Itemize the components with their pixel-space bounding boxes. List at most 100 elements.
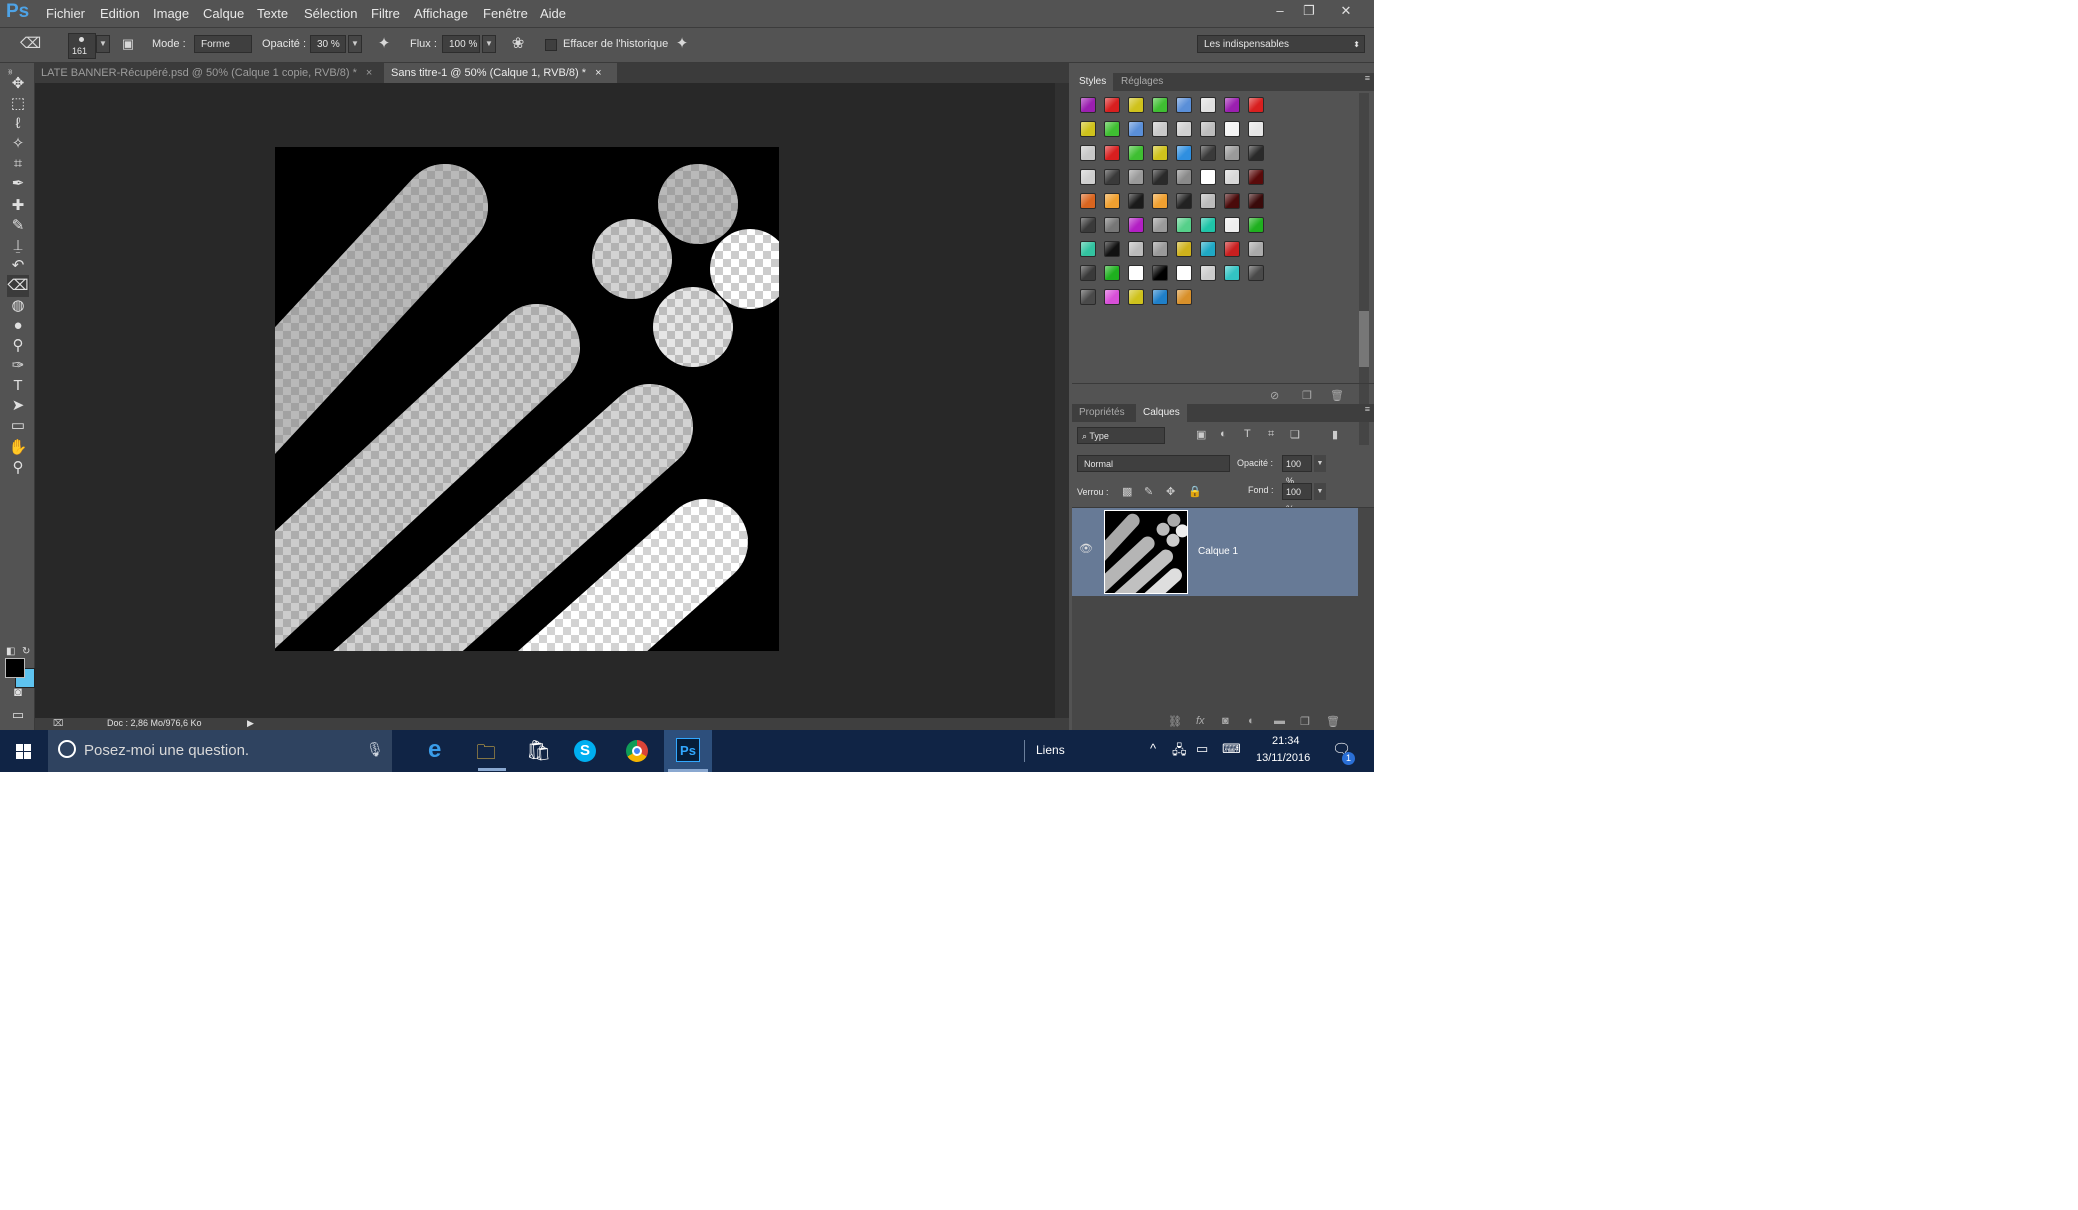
tab-proprietes[interactable]: Propriétés	[1072, 404, 1132, 422]
layer-row[interactable]: 👁 Calque 1	[1072, 508, 1358, 596]
delete-layer-icon[interactable]: 🗑	[1326, 715, 1340, 728]
opacity-dropdown-icon[interactable]: ▼	[348, 35, 362, 53]
lock-all-icon[interactable]: 🔒	[1188, 485, 1202, 498]
path-selection-icon[interactable]: ➤	[7, 395, 29, 417]
lasso-icon[interactable]: ℓ	[7, 113, 29, 135]
crop-icon[interactable]: ⌗	[7, 153, 29, 175]
style-swatch[interactable]	[1128, 121, 1144, 137]
style-swatch[interactable]	[1176, 217, 1192, 233]
restore-button[interactable]: ❐	[1297, 3, 1321, 19]
dodge-icon[interactable]: ⚲	[7, 335, 29, 357]
style-swatch[interactable]	[1224, 265, 1240, 281]
style-swatch[interactable]	[1080, 265, 1096, 281]
collapse-tabs-icon[interactable]: »	[8, 68, 12, 77]
style-swatch[interactable]	[1152, 241, 1168, 257]
clone-stamp-icon[interactable]: ⍊	[7, 235, 29, 257]
new-style-icon[interactable]: ❐	[1302, 389, 1312, 402]
link-layers-icon[interactable]: ⛓	[1168, 715, 1182, 728]
style-swatch[interactable]	[1128, 217, 1144, 233]
style-swatch[interactable]	[1104, 169, 1120, 185]
filter-shape-icon[interactable]: ⌗	[1268, 428, 1274, 441]
style-swatch[interactable]	[1176, 97, 1192, 113]
swap-colors-icon[interactable]: ↻	[22, 646, 30, 657]
menu-texte[interactable]: Texte	[257, 6, 288, 21]
status-menu-icon[interactable]: ▶	[247, 718, 254, 729]
style-swatch[interactable]	[1248, 121, 1264, 137]
style-swatch[interactable]	[1152, 169, 1168, 185]
style-swatch[interactable]	[1224, 145, 1240, 161]
style-swatch[interactable]	[1152, 97, 1168, 113]
opacity-input[interactable]: 30 %	[310, 35, 346, 53]
style-swatch[interactable]	[1176, 289, 1192, 305]
document-canvas[interactable]	[275, 147, 779, 651]
edge-icon[interactable]: e	[428, 736, 441, 764]
style-swatch[interactable]	[1080, 169, 1096, 185]
foreground-color-swatch[interactable]	[5, 658, 25, 678]
brush-icon[interactable]: ✎	[7, 215, 29, 237]
filter-adjustment-icon[interactable]: ◐	[1220, 428, 1227, 440]
filter-smart-object-icon[interactable]: ❏	[1290, 428, 1300, 441]
zoom-icon[interactable]: ⚲	[7, 457, 29, 479]
style-swatch[interactable]	[1176, 121, 1192, 137]
workspace-select[interactable]: Les indispensables ⬍	[1197, 35, 1365, 53]
style-swatch[interactable]	[1248, 145, 1264, 161]
style-swatch[interactable]	[1104, 289, 1120, 305]
style-swatch[interactable]	[1080, 145, 1096, 161]
style-swatch[interactable]	[1176, 241, 1192, 257]
status-icon[interactable]: ⌧	[53, 718, 63, 729]
healing-brush-icon[interactable]: ✚	[7, 195, 29, 217]
layer-opacity-dropdown-icon[interactable]: ▼	[1314, 455, 1326, 472]
layers-menu-icon[interactable]: ≡	[1365, 404, 1370, 414]
menu-fenetre[interactable]: Fenêtre	[483, 6, 528, 21]
tab-sans-titre[interactable]: Sans titre-1 @ 50% (Calque 1, RVB/8) * ×	[384, 63, 617, 83]
layer-name[interactable]: Calque 1	[1198, 546, 1238, 557]
skype-icon[interactable]: S	[574, 740, 596, 762]
style-swatch[interactable]	[1128, 265, 1144, 281]
start-button[interactable]	[0, 730, 48, 772]
layer-filter-select[interactable]: ⌕ Type	[1077, 427, 1165, 444]
clear-style-icon[interactable]: ⊘	[1270, 389, 1279, 402]
tab-close-icon[interactable]: ×	[366, 67, 372, 79]
adjustment-layer-icon[interactable]: ◐	[1248, 715, 1255, 727]
pen-icon[interactable]: ✑	[7, 355, 29, 377]
style-swatch[interactable]	[1104, 97, 1120, 113]
style-swatch[interactable]	[1080, 217, 1096, 233]
style-swatch[interactable]	[1224, 121, 1240, 137]
fill-dropdown-icon[interactable]: ▼	[1314, 483, 1326, 500]
style-swatch[interactable]	[1176, 265, 1192, 281]
style-swatch[interactable]	[1128, 97, 1144, 113]
type-icon[interactable]: T	[7, 375, 29, 397]
cortana-search[interactable]: Posez-moi une question. 🎙	[48, 730, 392, 772]
marquee-icon[interactable]: ⬚	[7, 93, 29, 115]
flux-dropdown-icon[interactable]: ▼	[482, 35, 496, 53]
style-swatch[interactable]	[1104, 265, 1120, 281]
history-brush-icon[interactable]: ↶	[7, 255, 29, 277]
style-swatch[interactable]	[1104, 145, 1120, 161]
style-swatch[interactable]	[1128, 289, 1144, 305]
close-button[interactable]: ✕	[1334, 3, 1358, 19]
menu-selection[interactable]: Sélection	[304, 6, 357, 21]
fx-icon[interactable]: fx	[1196, 715, 1205, 727]
layer-opacity-input[interactable]: 100 %	[1282, 455, 1312, 486]
panel-menu-icon[interactable]: ≡	[1365, 73, 1370, 83]
filter-type-icon[interactable]: T	[1244, 428, 1251, 440]
style-swatch[interactable]	[1104, 241, 1120, 257]
keyboard-icon[interactable]: ⌨	[1222, 741, 1241, 757]
menu-edition[interactable]: Edition	[100, 6, 140, 21]
style-swatch[interactable]	[1200, 217, 1216, 233]
styles-scrollbar[interactable]	[1359, 93, 1369, 445]
fill-input[interactable]: 100 %	[1282, 483, 1312, 514]
style-swatch[interactable]	[1176, 145, 1192, 161]
lock-position-icon[interactable]: ✥	[1166, 485, 1175, 498]
style-swatch[interactable]	[1248, 193, 1264, 209]
style-swatch[interactable]	[1248, 169, 1264, 185]
brush-preset-dropdown-icon[interactable]: ▼	[96, 35, 110, 53]
brush-panel-icon[interactable]: ▣	[118, 34, 138, 54]
microphone-icon[interactable]: 🎙	[366, 741, 384, 758]
style-swatch[interactable]	[1176, 169, 1192, 185]
brush-preset-picker[interactable]: 161	[68, 33, 96, 59]
style-swatch[interactable]	[1224, 193, 1240, 209]
screen-mode-icon[interactable]: ▭	[7, 704, 29, 726]
menu-affichage[interactable]: Affichage	[414, 6, 468, 21]
style-swatch[interactable]	[1128, 241, 1144, 257]
